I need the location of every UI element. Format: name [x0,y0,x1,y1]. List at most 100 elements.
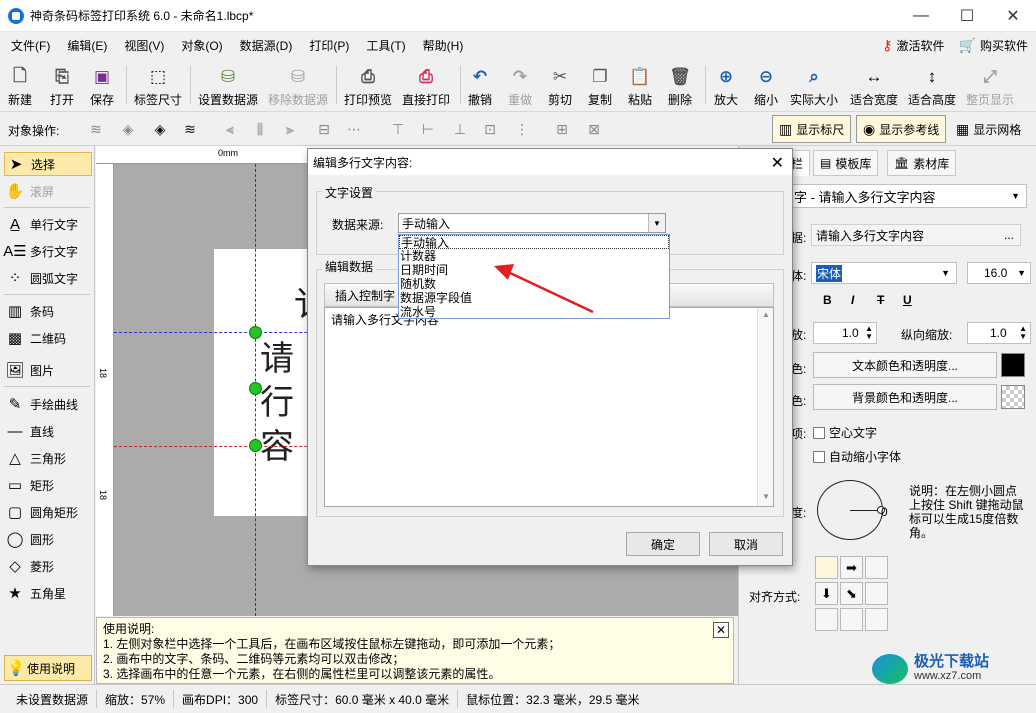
new-button[interactable]: 🗋 新建 [8,62,32,108]
underline-button[interactable]: U [903,293,912,307]
font-size-select[interactable]: 16.0 ▼ [967,262,1031,284]
tool-circle[interactable]: ◯ 圆形 [4,527,92,551]
tool-image[interactable]: 🖼 图片 [4,358,92,382]
tool-star[interactable]: ★ 五角星 [4,581,92,605]
fit-width-button[interactable]: ↔ 适合宽度 [850,62,898,108]
object-selector[interactable]: 字 - 请输入多行文字内容 ▼ [789,184,1027,208]
auto-shrink-checkbox[interactable]: 自动缩小字体 [813,448,901,465]
fit-height-button[interactable]: ↕ 适合高度 [908,62,956,108]
buy-software-link[interactable]: 🛒 购买软件 [959,37,1028,54]
tool-select[interactable]: ➤ 选择 [4,152,92,176]
paste-button[interactable]: 📋 粘贴 [628,62,652,108]
h-scale-spinner[interactable]: 1.0 ▲ ▼ [813,322,877,344]
tool-triangle[interactable]: △ 三角形 [4,446,92,470]
delete-button[interactable]: 🗑 删除 [668,62,692,108]
text-content-editor[interactable]: 请输入多行文字内容 ▲ ▼ [324,307,774,507]
rotation-dial[interactable] [817,480,885,540]
scroll-up-icon[interactable]: ▲ [762,310,770,319]
layer-top-icon[interactable]: ≋ [180,120,200,138]
tool-arc-text[interactable]: ⁘ 圆弧文字 [4,266,92,290]
zoom-out-button[interactable]: ⊖ 缩小 [754,62,778,108]
zoom-in-button[interactable]: ⊕ 放大 [714,62,738,108]
tool-qrcode[interactable]: ▩ 二维码 [4,326,92,350]
full-page-button[interactable]: ⤢ 整页显示 [966,62,1014,108]
bold-button[interactable]: B [823,293,832,307]
label-size-button[interactable]: ⬚ 标签尺寸 [134,62,182,108]
maximize-button[interactable]: ☐ [944,0,990,32]
dropdown-arrow-icon[interactable]: ▼ [648,214,665,232]
align-top-center-button[interactable]: ➡ [840,556,863,579]
tool-line[interactable]: — 直线 [4,419,92,443]
menu-tools[interactable]: 工具(T) [360,37,411,54]
align-bottom-right-button[interactable] [865,608,888,631]
help-close-button[interactable]: ✕ [713,622,729,638]
vertical-scrollbar[interactable]: ▲ ▼ [757,308,773,506]
tab-templates[interactable]: ▤ 模板库 [813,150,879,176]
data-source-select[interactable]: 手动输入 ▼ [398,213,666,233]
bg-color-button[interactable]: 背景颜色和透明度... [813,384,997,410]
same-height-icon[interactable]: ⊡ [480,120,500,138]
print-preview-button[interactable]: ⎙ 打印预览 [344,62,392,108]
align-middle-center-button[interactable]: ⬊ [840,582,863,605]
text-color-button[interactable]: 文本颜色和透明度... [813,352,997,378]
menu-datasource[interactable]: 数据源(D) [234,37,299,54]
scroll-down-icon[interactable]: ▼ [762,492,770,501]
bg-color-swatch[interactable] [1001,385,1025,409]
actual-size-button[interactable]: ⌕ 实际大小 [790,62,838,108]
option-manual-input[interactable]: 手动输入 [399,235,669,250]
cut-button[interactable]: ✂ 剪切 [548,62,572,108]
align-right-icon[interactable]: ⫸ [280,120,300,138]
tool-scroll[interactable]: ✋ 滚屏 [4,179,92,203]
align-bottom-center-button[interactable] [840,608,863,631]
font-family-select[interactable]: 宋体 ▼ [811,262,957,284]
align-bottom-icon[interactable]: ⊥ [450,120,470,138]
text-color-swatch[interactable] [1001,353,1025,377]
tool-diamond[interactable]: ◇ 菱形 [4,554,92,578]
save-button[interactable]: ▣ 保存 [90,62,114,108]
v-scale-spinner[interactable]: 1.0 ▲ ▼ [967,322,1031,344]
tool-rect[interactable]: ▭ 矩形 [4,473,92,497]
align-middle-right-button[interactable] [865,582,888,605]
tool-barcode[interactable]: ▥ 条码 [4,299,92,323]
show-ruler-toggle[interactable]: ▥ 显示标尺 [772,115,852,143]
redo-button[interactable]: ↷ 重做 [508,62,532,108]
set-datasource-button[interactable]: ⛁ 设置数据源 [198,62,258,108]
usage-help-button[interactable]: 💡 使用说明 [4,655,92,681]
layer-bottom-icon[interactable]: ≋ [86,120,106,138]
minimize-button[interactable]: — [898,0,944,32]
tool-multi-line-text[interactable]: A☰ 多行文字 [3,239,92,263]
tab-materials[interactable]: 🏛 素材库 [887,150,957,176]
menu-view[interactable]: 视图(V) [118,37,170,54]
align-center-icon[interactable]: ⫼ [250,120,270,138]
ungroup-icon[interactable]: ⊠ [584,120,604,138]
remove-datasource-button[interactable]: ⛁ 移除数据源 [268,62,328,108]
ok-button[interactable]: 确定 [626,532,700,556]
open-button[interactable]: ⎘ 打开 [50,62,74,108]
same-width-icon[interactable]: ⊟ [314,120,334,138]
content-more-button[interactable]: ... [1004,228,1014,242]
align-left-icon[interactable]: ⫷ [220,120,240,138]
layer-down-icon[interactable]: ◈ [118,120,138,138]
h-distribute-icon[interactable]: ⋯ [344,120,364,138]
undo-button[interactable]: ↶ 撤销 [468,62,492,108]
hollow-text-checkbox[interactable]: 空心文字 [813,424,877,441]
resize-handle[interactable] [249,382,262,395]
show-grid-toggle[interactable]: ▦ 显示网格 [956,121,1021,138]
menu-help[interactable]: 帮助(H) [417,37,470,54]
align-top-right-button[interactable] [865,556,888,579]
align-top-icon[interactable]: ⊤ [388,120,408,138]
align-middle-left-button[interactable]: ⬇ [815,582,838,605]
tool-single-line-text[interactable]: A̲ 单行文字 [4,212,92,236]
menu-file[interactable]: 文件(F) [5,37,56,54]
dialog-close-button[interactable]: ✕ [771,153,784,173]
cancel-button[interactable]: 取消 [709,532,783,556]
menu-print[interactable]: 打印(P) [303,37,355,54]
menu-edit[interactable]: 编辑(E) [61,37,113,54]
content-field[interactable]: 请输入多行文字内容... [811,224,1021,246]
v-distribute-icon[interactable]: ⋮ [512,120,532,138]
strikethrough-button[interactable]: T [877,293,884,307]
tool-freehand[interactable]: ✎ 手绘曲线 [4,392,92,416]
group-icon[interactable]: ⊞ [552,120,572,138]
layer-up-icon[interactable]: ◈ [150,120,170,138]
resize-handle[interactable] [249,326,262,339]
